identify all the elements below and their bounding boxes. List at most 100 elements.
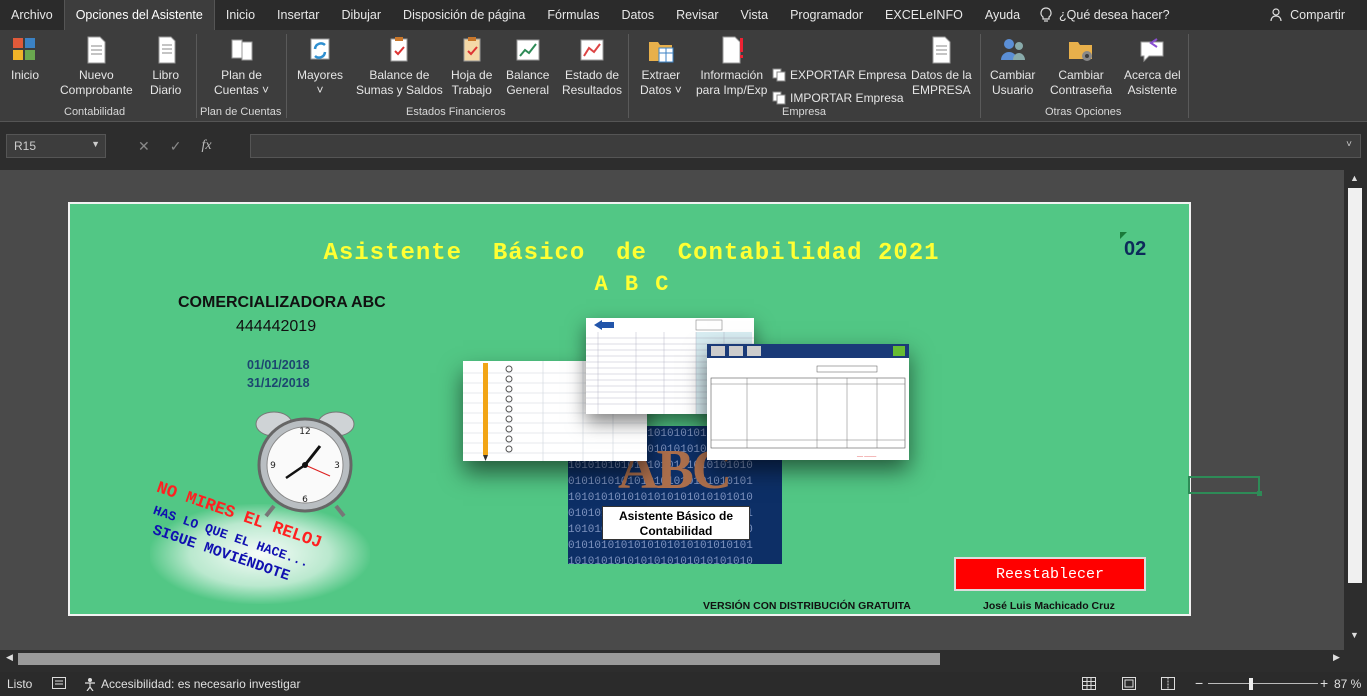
vertical-scroll-thumb[interactable] (1348, 188, 1362, 583)
document-icon (932, 36, 951, 64)
tab-opciones-asistente[interactable]: Opciones del Asistente (63, 0, 215, 30)
dashboard-code: 02 (1124, 238, 1147, 260)
zoom-slider[interactable] (1208, 683, 1318, 684)
company-id: 444442019 (236, 318, 317, 335)
insert-function-button[interactable]: fx (201, 138, 211, 154)
tab-archivo[interactable]: Archivo (0, 0, 64, 30)
page-break-drawing (1161, 677, 1175, 690)
tab-exceleinfo[interactable]: EXCELeINFO (874, 0, 974, 30)
group-divider (1188, 34, 1189, 118)
libro-label-2: Diario (150, 83, 182, 97)
tab-dibujar[interactable]: Dibujar (330, 0, 392, 30)
balance-sumas-button[interactable]: Balance de Sumas y Saldos (356, 34, 443, 98)
zoom-out-icon[interactable]: − (1195, 675, 1203, 691)
pages-icon (231, 39, 253, 61)
name-box[interactable]: R15 ▼ (6, 134, 106, 158)
tab-programador[interactable]: Programador (779, 0, 874, 30)
dashboard-panel: Asistente Básico de Contabilidad 2021 A … (68, 202, 1191, 616)
estado-resultados-button[interactable]: Estado de Resultados (562, 34, 622, 98)
normal-view-icon[interactable] (1082, 677, 1096, 693)
refresh-sheet-icon (310, 38, 330, 60)
checklist-icon (390, 37, 408, 62)
group-label-empresa: Empresa (782, 106, 827, 118)
normal-view-drawing (1082, 677, 1096, 690)
zoom-level[interactable]: 87 % (1334, 677, 1361, 691)
scroll-down-icon[interactable]: ▼ (1350, 630, 1359, 640)
macro-record-icon[interactable] (52, 677, 66, 692)
selected-cell[interactable] (1188, 476, 1262, 496)
abc-logo-label: Asistente Básico de Contabilidad (602, 506, 750, 540)
version-note: VERSIÓN CON DISTRIBUCIÓN GRATUITA (703, 600, 911, 612)
svg-text:12: 12 (299, 427, 310, 437)
users-icon (1000, 39, 1025, 60)
extraer-datos-button[interactable]: Extraer Datos ˅ (640, 34, 682, 98)
fill-handle[interactable] (1257, 491, 1262, 496)
confirm-icon[interactable]: ✓ (170, 138, 182, 155)
tell-me-search[interactable]: ¿Qué desea hacer? (1039, 7, 1170, 23)
nuevo-label-2: Comprobante (60, 83, 133, 97)
inicio-button[interactable]: Inicio (10, 34, 40, 83)
formula-input[interactable]: ˅ (250, 134, 1361, 158)
vertical-scrollbar[interactable]: ▲ ▼ (1344, 170, 1367, 650)
balance-general-button[interactable]: Balance General (506, 34, 549, 98)
author-name: José Luis Machicado Cruz (983, 600, 1115, 612)
mayores-label: Mayores (297, 68, 344, 82)
extraer-label-1: Extraer (641, 68, 681, 82)
cambiar-usuario-button[interactable]: Cambiar Usuario (990, 34, 1035, 98)
group-label-estados: Estados Financieros (406, 106, 506, 118)
page-layout-drawing (1122, 677, 1136, 690)
period-start: 01/01/2018 (247, 358, 310, 372)
scroll-right-icon[interactable]: ▶ (1333, 652, 1340, 663)
copy-icon (772, 68, 786, 82)
estado-label-2: Resultados (562, 83, 623, 97)
expand-icon[interactable]: ˅ (1346, 139, 1352, 150)
importar-empresa-button[interactable]: IMPORTAR Empresa (772, 91, 904, 105)
plan-label-2: Cuentas ˅ (214, 83, 270, 97)
cambiar-usuario-label-2: Usuario (992, 83, 1034, 97)
accessibility-status[interactable]: Accesibilidad: es necesario investigar (83, 677, 300, 691)
group-divider (286, 34, 287, 118)
tab-datos[interactable]: Datos (610, 0, 665, 30)
nuevo-comprobante-button[interactable]: Nuevo Comprobante (60, 34, 133, 98)
tab-insertar[interactable]: Insertar (266, 0, 330, 30)
zoom-slider-thumb[interactable] (1249, 678, 1253, 690)
group-label-otras: Otras Opciones (1045, 106, 1122, 118)
scroll-left-icon[interactable]: ◀ (6, 652, 13, 663)
page-layout-icon[interactable] (1122, 677, 1136, 693)
tab-ayuda[interactable]: Ayuda (974, 0, 1031, 30)
person-icon (1270, 8, 1282, 22)
tab-inicio[interactable]: Inicio (215, 0, 266, 30)
inicio-label: Inicio (10, 68, 39, 82)
share-button[interactable]: Compartir (1270, 0, 1345, 30)
cambiar-contrasena-button[interactable]: Cambiar Contraseña (1050, 34, 1112, 98)
exportar-empresa-button[interactable]: EXPORTAR Empresa (772, 68, 906, 82)
reset-button[interactable]: Reestablecer (954, 557, 1146, 591)
datos-empresa-label-1: Datos de la (911, 68, 972, 82)
accessibility-label: Accesibilidad: es necesario investigar (101, 677, 301, 691)
grid-colored-icon (13, 38, 35, 60)
tab-formulas[interactable]: Fórmulas (536, 0, 610, 30)
acerca-button[interactable]: Acerca del Asistente (1124, 34, 1181, 98)
mayores-button[interactable]: Mayores ˅ (297, 34, 343, 98)
scroll-up-icon[interactable]: ▲ (1350, 173, 1359, 183)
tab-revisar[interactable]: Revisar (665, 0, 729, 30)
datos-empresa-button[interactable]: Datos de la EMPRESA (911, 34, 972, 98)
period-end: 31/12/2018 (247, 376, 310, 390)
plan-de-cuentas-button[interactable]: Plan de Cuentas ˅ (214, 34, 269, 98)
page-break-icon[interactable] (1161, 677, 1175, 693)
tab-vista[interactable]: Vista (729, 0, 779, 30)
zoom-in-icon[interactable]: + (1320, 675, 1328, 691)
formula-bar: R15 ▼ ✕ ✓ fx ˅ (0, 122, 1367, 170)
balance-sumas-label-2: Sumas y Saldos (356, 83, 443, 97)
cancel-icon[interactable]: ✕ (138, 138, 150, 155)
informacion-button[interactable]: Información para Imp/Exp (696, 34, 767, 98)
horizontal-scroll-thumb[interactable] (18, 653, 940, 665)
plan-label-1: Plan de (221, 68, 262, 82)
libro-diario-button[interactable]: Libro Diario (150, 34, 181, 98)
horizontal-scrollbar[interactable]: ◀ ▶ (0, 650, 1367, 668)
clipboard-check-icon (463, 37, 481, 62)
chart-sheet-icon (580, 39, 604, 61)
ribbon: Inicio Nuevo Comprobante Libro Diario Pl… (0, 30, 1367, 122)
tab-disposicion[interactable]: Disposición de página (392, 0, 536, 30)
hoja-trabajo-button[interactable]: Hoja de Trabajo (451, 34, 492, 98)
